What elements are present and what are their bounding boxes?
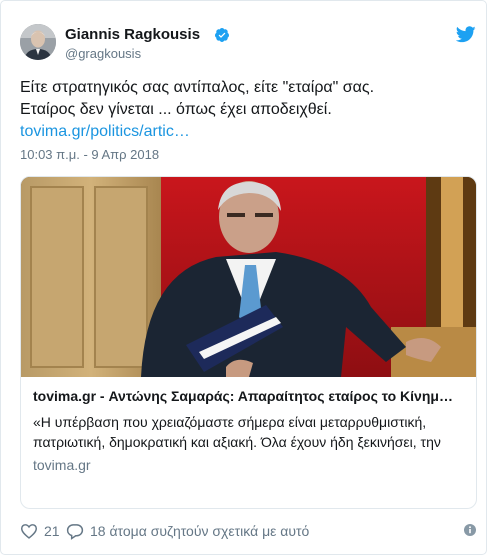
tweet-text-line-2: Εταίρος δεν γίνεται ... όπως έχει αποδει… bbox=[20, 101, 332, 118]
reply-bubble-icon[interactable] bbox=[66, 523, 84, 540]
verified-badge-icon bbox=[215, 28, 229, 42]
tweet-text: Είτε στρατηγικός σας αντίπαλος, είτε "ετ… bbox=[20, 77, 470, 143]
embedded-tweet: Giannis Ragkousis @gragkousis Είτε στρατ… bbox=[0, 0, 487, 555]
author-name[interactable]: Giannis Ragkousis bbox=[65, 26, 200, 43]
tweet-timestamp[interactable]: 10:03 π.μ. - 9 Απρ 2018 bbox=[20, 147, 159, 162]
conversation-link[interactable]: 18 άτομα συζητούν σχετικά με αυτό bbox=[90, 523, 309, 539]
card-image[interactable] bbox=[21, 177, 476, 377]
card-domain: tovima.gr bbox=[33, 457, 91, 473]
info-icon[interactable] bbox=[464, 524, 476, 536]
tweet-text-line-1: Είτε στρατηγικός σας αντίπαλος, είτε "ετ… bbox=[20, 79, 375, 96]
tweet-link[interactable]: tovima.gr/politics/artic… bbox=[20, 121, 470, 143]
card-title[interactable]: tovima.gr - Αντώνης Σαμαράς: Απαραίτητος… bbox=[33, 388, 463, 404]
author-handle[interactable]: @gragkousis bbox=[65, 46, 141, 61]
card-body[interactable]: tovima.gr - Αντώνης Σαμαράς: Απαραίτητος… bbox=[21, 377, 476, 508]
heart-icon[interactable] bbox=[20, 523, 38, 539]
like-count[interactable]: 21 bbox=[44, 523, 60, 539]
link-preview-card[interactable]: tovima.gr - Αντώνης Σαμαράς: Απαραίτητος… bbox=[20, 176, 477, 509]
avatar[interactable] bbox=[20, 24, 56, 60]
card-description: «Η υπέρβαση που χρειαζόμαστε σήμερα είνα… bbox=[33, 414, 441, 450]
twitter-logo-icon[interactable] bbox=[456, 26, 476, 43]
